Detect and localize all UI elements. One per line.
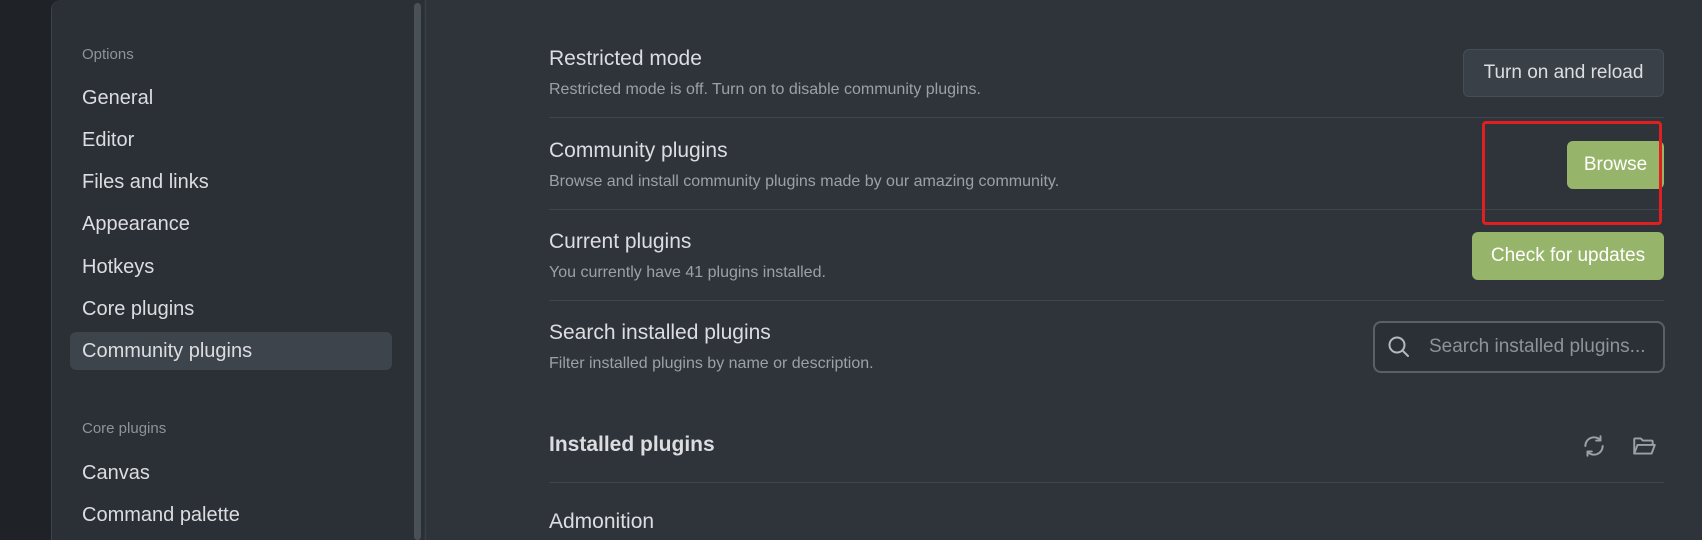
row-separator [549, 300, 1664, 301]
sidebar-item-appearance[interactable]: Appearance [70, 205, 392, 243]
search-field[interactable] [1373, 321, 1665, 373]
check-for-updates-button[interactable]: Check for updates [1472, 232, 1664, 280]
sidebar-item-core-plugins[interactable]: Core plugins [70, 290, 392, 328]
installed-plugins-heading: Installed plugins [549, 433, 715, 456]
current-plugins-desc: You currently have 41 plugins installed. [549, 264, 826, 281]
current-plugins-title: Current plugins [549, 230, 692, 253]
options-heading: Options [82, 46, 134, 63]
community-plugins-desc: Browse and install community plugins mad… [549, 173, 1060, 190]
sidebar-scrollbar[interactable] [414, 3, 421, 540]
turn-on-and-reload-button[interactable]: Turn on and reload [1463, 49, 1664, 97]
sidebar-item-files-and-links[interactable]: Files and links [70, 163, 392, 201]
annotation-highlight-box [1482, 121, 1662, 225]
search-installed-title: Search installed plugins [549, 321, 771, 344]
reload-icon[interactable] [1579, 431, 1609, 461]
search-installed-desc: Filter installed plugins by name or desc… [549, 355, 874, 372]
settings-sidebar: Options General Editor Files and links A… [52, 0, 424, 540]
sidebar-item-community-plugins[interactable]: Community plugins [70, 332, 392, 370]
community-plugins-title: Community plugins [549, 139, 728, 162]
sidebar-item-editor[interactable]: Editor [70, 121, 392, 159]
folder-open-icon[interactable] [1629, 431, 1659, 461]
sidebar-item-hotkeys[interactable]: Hotkeys [70, 248, 392, 286]
restricted-mode-desc: Restricted mode is off. Turn on to disab… [549, 81, 981, 98]
sidebar-item-canvas[interactable]: Canvas [70, 454, 392, 492]
sidebar-item-general[interactable]: General [70, 79, 392, 117]
plugin-name-admonition: Admonition [549, 510, 655, 533]
sidebar-item-command-palette[interactable]: Command palette [70, 496, 392, 534]
search-input[interactable] [1427, 335, 1651, 359]
section-separator [549, 482, 1664, 483]
search-icon [1387, 335, 1411, 359]
core-plugins-heading: Core plugins [82, 420, 167, 437]
restricted-mode-title: Restricted mode [549, 47, 702, 70]
row-separator [549, 117, 1664, 118]
settings-content: Restricted mode Restricted mode is off. … [426, 0, 1702, 540]
settings-modal: Options General Editor Files and links A… [51, 0, 1702, 540]
